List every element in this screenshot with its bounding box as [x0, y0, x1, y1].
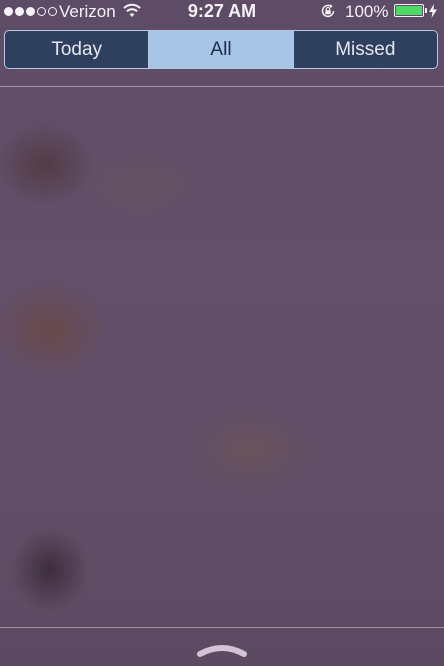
battery-percentage: 100% — [345, 2, 389, 21]
chevron-up-icon[interactable] — [194, 640, 250, 660]
tab-all[interactable]: All — [148, 31, 293, 68]
tab-label: Today — [51, 38, 103, 60]
tab-label: All — [210, 38, 232, 60]
footer-divider — [0, 627, 444, 628]
status-bar: Verizon 9:27 AM 100% — [0, 0, 444, 24]
header-divider — [0, 86, 444, 87]
tab-today[interactable]: Today — [5, 31, 148, 68]
battery-level-fill — [396, 6, 422, 15]
tab-label: Missed — [335, 38, 396, 60]
tab-missed[interactable]: Missed — [292, 31, 437, 68]
charging-bolt-icon — [429, 4, 437, 18]
rotation-lock-icon — [321, 4, 335, 18]
notification-center: Verizon 9:27 AM 100% Today All Missed — [0, 0, 444, 666]
battery-icon — [394, 4, 427, 17]
battery-tip — [425, 8, 427, 13]
notification-filter-tabs: Today All Missed — [4, 30, 438, 69]
